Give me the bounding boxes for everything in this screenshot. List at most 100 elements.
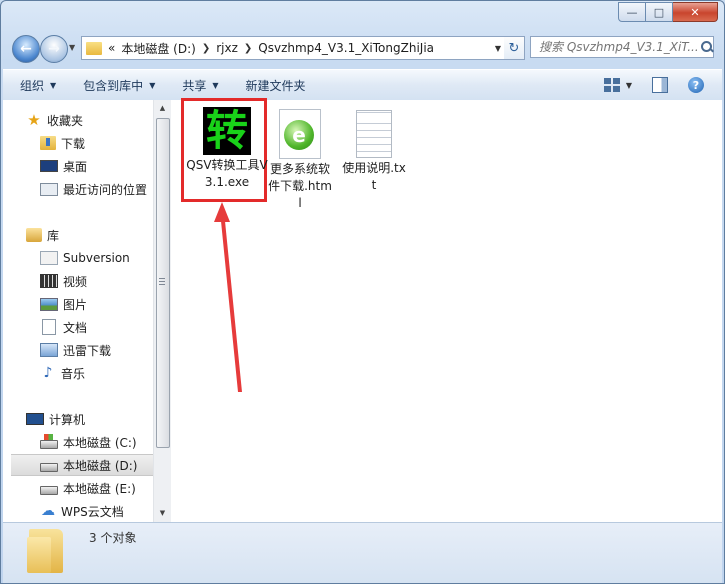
chevron-down-icon: ▼ [149,80,156,90]
documents-icon [42,319,56,335]
sidebar-item-label: 迅雷下载 [63,343,112,358]
sidebar-item-label: 计算机 [49,412,86,427]
breadcrumb-current-folder[interactable]: Qsvzhmp4_V3.1_XiTongZhiJia [258,41,434,55]
sidebar-item-label: 下载 [61,136,86,151]
sidebar-item-label: 视频 [63,274,88,289]
folder-icon [27,529,63,573]
include-in-library-menu[interactable]: 包含到库中 ▼ [73,77,165,94]
sidebar-item-documents[interactable]: 文档 [3,316,153,338]
computer-icon [26,413,44,425]
minimize-button[interactable]: — [618,2,646,22]
sidebar-item-drive-c[interactable]: 本地磁盘 (C:) [3,431,153,453]
scroll-down-icon[interactable]: ▼ [154,505,171,522]
organize-menu[interactable]: 组织 ▼ [10,77,66,94]
scroll-up-icon[interactable]: ▲ [154,100,171,117]
chevron-down-icon: ▼ [50,80,57,90]
window-controls: — □ ✕ [618,2,718,22]
sidebar-item-label: 最近访问的位置 [63,182,148,197]
desktop-icon [40,160,58,172]
sidebar-item-videos[interactable]: 视频 [3,270,153,292]
navigation-scrollbar[interactable]: ▲ ▼ [153,100,171,522]
sidebar-item-pictures[interactable]: 图片 [3,293,153,315]
arrow-shaft [220,211,242,392]
sidebar-item-downloads[interactable]: 下载 [3,132,153,154]
system-drive-icon [40,433,58,449]
navigation-bar: ← → ▼ « 本地磁盘 (D:) ❯ rjxz ❯ Qsvzhmp4_V3.1… [9,35,716,63]
command-bar: 组织 ▼ 包含到库中 ▼ 共享 ▼ 新建文件夹 ▼ ? [3,69,722,101]
recent-pages-dropdown[interactable]: ▼ [69,43,75,52]
breadcrumb-separator-icon[interactable]: ❯ [202,43,210,54]
sidebar-item-label: 库 [47,228,60,243]
sidebar-item-subversion[interactable]: Subversion [3,247,153,269]
thunder-download-icon [40,343,58,357]
cloud-icon: ☁ [41,503,55,519]
sidebar-item-label: 本地磁盘 (D:) [63,458,138,473]
new-folder-button[interactable]: 新建文件夹 [236,77,316,94]
share-menu[interactable]: 共享 ▼ [172,77,228,94]
toolbar-right: ▼ ? [603,77,704,93]
breadcrumb-separator-icon[interactable]: ❯ [244,43,252,54]
sidebar-item-drive-d[interactable]: 本地磁盘 (D:) [11,454,153,476]
refresh-button[interactable]: ↻ [504,36,525,60]
change-view-icon[interactable] [603,78,620,92]
item-count: 3 个对象 [89,531,137,545]
folder-icon [86,41,102,55]
sidebar-item-label: 桌面 [63,159,88,174]
view-options-dropdown[interactable]: ▼ [626,81,632,90]
breadcrumb-drive-d[interactable]: 本地磁盘 (D:) [121,40,195,57]
sidebar-item-music[interactable]: ♪ 音乐 [3,362,153,384]
new-folder-label: 新建文件夹 [245,78,306,93]
sidebar-item-recent-places[interactable]: 最近访问的位置 [3,178,153,200]
search-icon[interactable] [701,41,713,53]
sidebar-item-label: 本地磁盘 (E:) [63,481,136,496]
library-icon [26,228,42,242]
sidebar-item-drive-e[interactable]: 本地磁盘 (E:) [3,477,153,499]
address-bar[interactable]: « 本地磁盘 (D:) ❯ rjxz ❯ Qsvzhmp4_V3.1_XiTon… [81,36,506,60]
refresh-icon: ↻ [508,40,520,56]
help-icon[interactable]: ? [688,77,704,93]
share-label: 共享 [182,78,207,93]
organize-label: 组织 [20,78,45,93]
back-button[interactable]: ← [12,35,40,63]
include-label: 包含到库中 [83,78,144,93]
sidebar-item-label: Subversion [63,251,130,265]
forward-arrow-icon: → [48,41,60,57]
file-list: 转 QSV转换工具V3.1.exe e 更多系统软件下载.html 使用说明.t… [171,98,722,522]
star-icon: ★ [27,111,41,129]
address-dropdown-icon[interactable]: ▼ [491,44,505,53]
scrollbar-grip-icon [159,278,165,285]
sidebar-item-desktop[interactable]: 桌面 [3,155,153,177]
pictures-icon [40,297,58,311]
download-folder-icon [40,136,56,150]
close-button[interactable]: ✕ [673,2,718,22]
forward-button[interactable]: → [40,35,68,63]
arrow-head [214,202,230,222]
sidebar-item-label: 音乐 [61,366,86,381]
chevron-down-icon: ▼ [212,80,219,90]
back-arrow-icon: ← [20,41,32,57]
recent-places-icon [40,182,58,196]
sidebar-item-computer[interactable]: 计算机 [3,408,153,430]
sidebar-item-favorites[interactable]: ★ 收藏夹 [3,109,153,131]
sidebar-item-libraries[interactable]: 库 [3,224,153,246]
annotation-arrow [214,202,242,392]
sidebar-item-label: 本地磁盘 (C:) [63,435,137,450]
search-box[interactable] [530,36,714,58]
sidebar-item-label: WPS云文档 [61,504,124,519]
maximize-button[interactable]: □ [646,2,673,22]
details-pane: 3 个对象 [3,522,722,583]
drive-icon [40,485,58,495]
breadcrumb-rjxz[interactable]: rjxz [216,41,238,55]
video-icon [40,274,58,288]
subversion-icon [40,251,58,265]
navigation-pane: ★ 收藏夹 下载 桌面 最近访问的位置 库 Subversion 视频 图片 文档… [3,100,153,522]
breadcrumb-overflow[interactable]: « [108,41,115,55]
sidebar-item-wps-cloud[interactable]: ☁ WPS云文档 [3,500,153,522]
explorer-window: — □ ✕ ← → ▼ « 本地磁盘 (D:) ❯ rjxz ❯ Qsvzhmp… [0,0,725,584]
content-area: ★ 收藏夹 下载 桌面 最近访问的位置 库 Subversion 视频 图片 文档… [3,98,722,522]
sidebar-item-thunder-downloads[interactable]: 迅雷下载 [3,339,153,361]
drive-icon [40,462,58,472]
search-input[interactable] [537,39,699,55]
sidebar-item-label: 图片 [63,297,88,312]
preview-pane-icon[interactable] [652,77,668,93]
